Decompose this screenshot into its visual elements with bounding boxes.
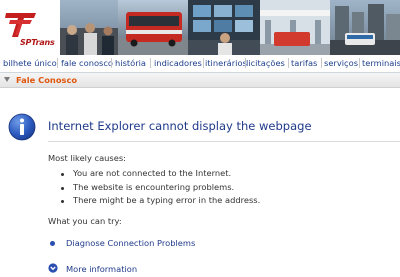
cause-item: There might be a typing error in the add… xyxy=(73,195,261,205)
collapse-arrow-icon[interactable] xyxy=(4,77,10,82)
logo-text: SPTrans xyxy=(20,38,55,47)
header-photo-collage xyxy=(60,0,400,55)
error-title: Internet Explorer cannot display the web… xyxy=(48,119,312,133)
bullet xyxy=(61,200,64,203)
causes-heading: Most likely causes: xyxy=(48,153,126,163)
nav-divider xyxy=(203,58,204,68)
nav-divider xyxy=(288,58,289,68)
try-heading: What you can try: xyxy=(48,216,122,226)
cause-item: You are not connected to the Internet. xyxy=(73,168,232,178)
section-title: Fale Conosco xyxy=(16,75,78,85)
nav-item-licitacoes[interactable]: licitações xyxy=(246,58,285,68)
expand-chevron-icon[interactable] xyxy=(48,263,58,273)
nav-item-tarifas[interactable]: tarifas xyxy=(291,58,317,68)
nav-item-itinerarios[interactable]: itinerários xyxy=(205,58,247,68)
nav-item-indicadores[interactable]: indicadores xyxy=(154,58,202,68)
nav-divider xyxy=(359,58,360,68)
divider xyxy=(48,141,400,142)
sptrans-logo-mark xyxy=(5,13,36,37)
bullet xyxy=(61,187,64,190)
more-information-link[interactable]: More information xyxy=(66,264,137,274)
nav-item-bilhete-unico[interactable]: bilhete único xyxy=(3,58,57,68)
section-header: Fale Conosco xyxy=(0,73,400,88)
nav-item-terminais[interactable]: terminais xyxy=(362,58,400,68)
nav-divider xyxy=(111,58,112,68)
cause-item: The website is encountering problems. xyxy=(73,182,235,192)
header-banner: SPTrans xyxy=(0,0,400,55)
nav-divider xyxy=(150,58,151,68)
bullet xyxy=(61,173,64,176)
nav-item-servicos[interactable]: serviços xyxy=(324,58,358,68)
main-nav: bilhete único fale conosco história indi… xyxy=(0,55,400,73)
sptrans-logo[interactable]: SPTrans xyxy=(0,0,60,55)
nav-item-historia[interactable]: história xyxy=(115,58,146,68)
info-icon xyxy=(8,113,36,141)
diagnose-connection-link[interactable]: Diagnose Connection Problems xyxy=(66,238,195,248)
nav-divider xyxy=(57,58,58,68)
bullet-icon xyxy=(50,241,55,246)
nav-item-fale-conosco[interactable]: fale conosco xyxy=(61,58,113,68)
nav-divider xyxy=(321,58,322,68)
